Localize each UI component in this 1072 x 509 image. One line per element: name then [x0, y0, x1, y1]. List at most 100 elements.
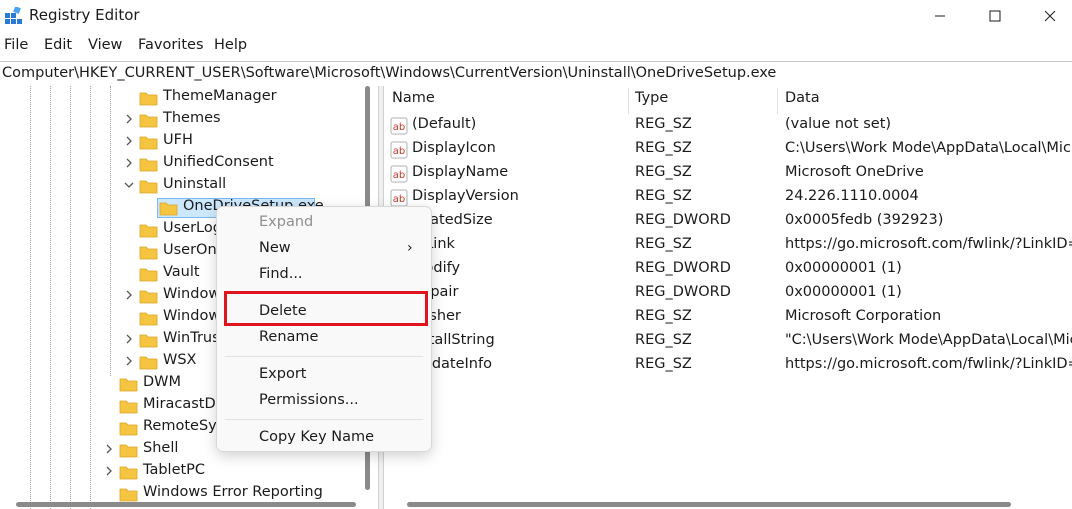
folder-icon	[139, 334, 158, 348]
folder-icon	[139, 246, 158, 260]
value-row[interactable]: ab (Default) REG_SZ (value not set)	[384, 114, 1072, 138]
menu-item-permissions[interactable]: Permissions...	[217, 389, 431, 415]
value-data: Microsoft OneDrive	[785, 164, 924, 180]
value-type: REG_SZ	[635, 356, 692, 372]
tree-node-label: Window	[163, 308, 221, 324]
address-path[interactable]: Computer\HKEY_CURRENT_USER\Software\Micr…	[2, 65, 776, 81]
menu-view[interactable]: View	[88, 37, 122, 53]
minimize-button[interactable]	[915, 0, 965, 32]
column-header-name[interactable]: Name	[392, 90, 435, 112]
close-icon	[1044, 10, 1056, 22]
tree-node[interactable]: Themes	[0, 109, 358, 131]
menu-item-export[interactable]: Export	[217, 363, 431, 389]
folder-icon	[119, 488, 138, 502]
folder-icon	[139, 224, 158, 238]
close-button[interactable]	[1025, 0, 1072, 32]
tree-node-label: WSX	[163, 352, 197, 368]
value-data: 24.226.1110.0004	[785, 188, 919, 204]
maximize-icon	[989, 10, 1001, 22]
tree-node-label: UserOnl	[163, 242, 221, 258]
value-row[interactable]: ab DisplayIcon REG_SZ C:\Users\Work Mode\Ap…	[384, 138, 1072, 162]
string-value-icon: ab	[390, 165, 408, 183]
value-data: https://go.microsoft.com/fwlink/?LinkID=…	[785, 356, 1072, 372]
menu-item-copy-key-name[interactable]: Copy Key Name	[217, 426, 431, 452]
menu-help[interactable]: Help	[214, 37, 247, 53]
column-header-data[interactable]: Data	[785, 90, 820, 112]
value-row[interactable]: abRepairREG_DWORD0x00000001 (1)	[384, 282, 1072, 306]
tree-node-label: DWM	[143, 374, 182, 390]
menu-item-label: Find...	[259, 266, 303, 282]
svg-text:ab: ab	[393, 170, 405, 181]
tree-node[interactable]: Uninstall	[0, 175, 358, 197]
value-name: (Default)	[412, 116, 477, 132]
value-row[interactable]: ablpLinkREG_SZhttps://go.microsoft.com/f…	[384, 234, 1072, 258]
chevron-down-icon[interactable]	[123, 178, 135, 192]
menu-item-label: Copy Key Name	[259, 429, 375, 445]
menu-item-label: Export	[259, 366, 307, 382]
tree-node-label: UnifiedConsent	[163, 154, 274, 170]
value-type: REG_DWORD	[635, 212, 731, 228]
address-bar[interactable]: Computer\HKEY_CURRENT_USER\Software\Micr…	[0, 61, 1072, 87]
chevron-right-icon[interactable]	[123, 288, 135, 302]
tree-node-label: Window	[163, 286, 221, 302]
chevron-right-icon[interactable]	[123, 332, 135, 346]
tree-node-label: Uninstall	[163, 176, 227, 192]
tree-node-label: RemoteSys	[143, 418, 225, 434]
value-type: REG_SZ	[635, 116, 692, 132]
tree-node[interactable]: TabletPC	[0, 461, 358, 483]
chevron-right-icon[interactable]	[103, 464, 115, 478]
chevron-right-icon[interactable]	[103, 442, 115, 456]
folder-icon	[139, 290, 158, 304]
menu-item-rename[interactable]: Rename	[217, 326, 431, 352]
value-data: Microsoft Corporation	[785, 308, 942, 324]
chevron-right-icon[interactable]	[123, 156, 135, 170]
tree-node-label: ThemeManager	[163, 88, 277, 104]
menu-item-expand: Expand	[217, 211, 431, 237]
value-type: REG_DWORD	[635, 284, 731, 300]
tree-horizontal-scrollbar[interactable]	[16, 502, 356, 507]
menu-divider	[225, 419, 423, 420]
tree-node[interactable]: UFH	[0, 131, 358, 153]
folder-icon	[139, 114, 158, 128]
value-type: REG_SZ	[635, 236, 692, 252]
tree-node-label: Vault	[163, 264, 200, 280]
folder-icon	[139, 356, 158, 370]
value-type: REG_SZ	[635, 140, 692, 156]
chevron-right-icon[interactable]	[123, 354, 135, 368]
menu-edit[interactable]: Edit	[44, 37, 72, 53]
value-type: REG_SZ	[635, 188, 692, 204]
chevron-right-icon[interactable]	[123, 134, 135, 148]
menu-item-label: Rename	[259, 329, 319, 345]
value-row[interactable]: abModifyREG_DWORD0x00000001 (1)	[384, 258, 1072, 282]
tree-node-label: UserLog	[163, 220, 222, 236]
value-row[interactable]: abUpdateInfoREG_SZhttps://go.microsoft.c…	[384, 354, 1072, 378]
chevron-right-icon[interactable]	[123, 112, 135, 126]
values-horizontal-scrollbar[interactable]	[407, 502, 1011, 507]
maximize-button[interactable]	[970, 0, 1020, 32]
column-header-type[interactable]: Type	[635, 90, 668, 112]
value-row[interactable]: abnstallStringREG_SZ"C:\Users\Work Mode\…	[384, 330, 1072, 354]
folder-icon	[139, 92, 158, 106]
menu-item-find[interactable]: Find...	[217, 263, 431, 289]
value-row[interactable]: ab DisplayName REG_SZ Microsoft OneDrive	[384, 162, 1072, 186]
window-title: Registry Editor	[29, 6, 140, 24]
column-divider[interactable]	[777, 88, 778, 114]
column-divider[interactable]	[628, 88, 629, 114]
value-data: 0x00000001 (1)	[785, 260, 902, 276]
value-row[interactable]: abblisherREG_SZMicrosoft Corporation	[384, 306, 1072, 330]
value-data: 0x0005fedb (392923)	[785, 212, 944, 228]
menu-item-label: Permissions...	[259, 392, 359, 408]
menu-item-new[interactable]: New ›	[217, 237, 431, 263]
tree-node[interactable]: ThemeManager	[0, 87, 358, 109]
value-row[interactable]: abimatedSizeREG_DWORD0x0005fedb (392923)	[384, 210, 1072, 234]
tree-node-label: Shell	[143, 440, 179, 456]
tree-node[interactable]: UnifiedConsent	[0, 153, 358, 175]
svg-text:ab: ab	[393, 146, 405, 157]
menu-favorites[interactable]: Favorites	[138, 37, 204, 53]
value-name: DisplayIcon	[412, 140, 496, 156]
menu-file[interactable]: File	[4, 37, 28, 53]
value-row[interactable]: ab DisplayVersion REG_SZ 24.226.1110.0004	[384, 186, 1072, 210]
folder-icon	[139, 268, 158, 282]
context-menu: Expand New › Find... Delete Rename Expor…	[216, 206, 432, 452]
string-value-icon: ab	[390, 189, 408, 207]
